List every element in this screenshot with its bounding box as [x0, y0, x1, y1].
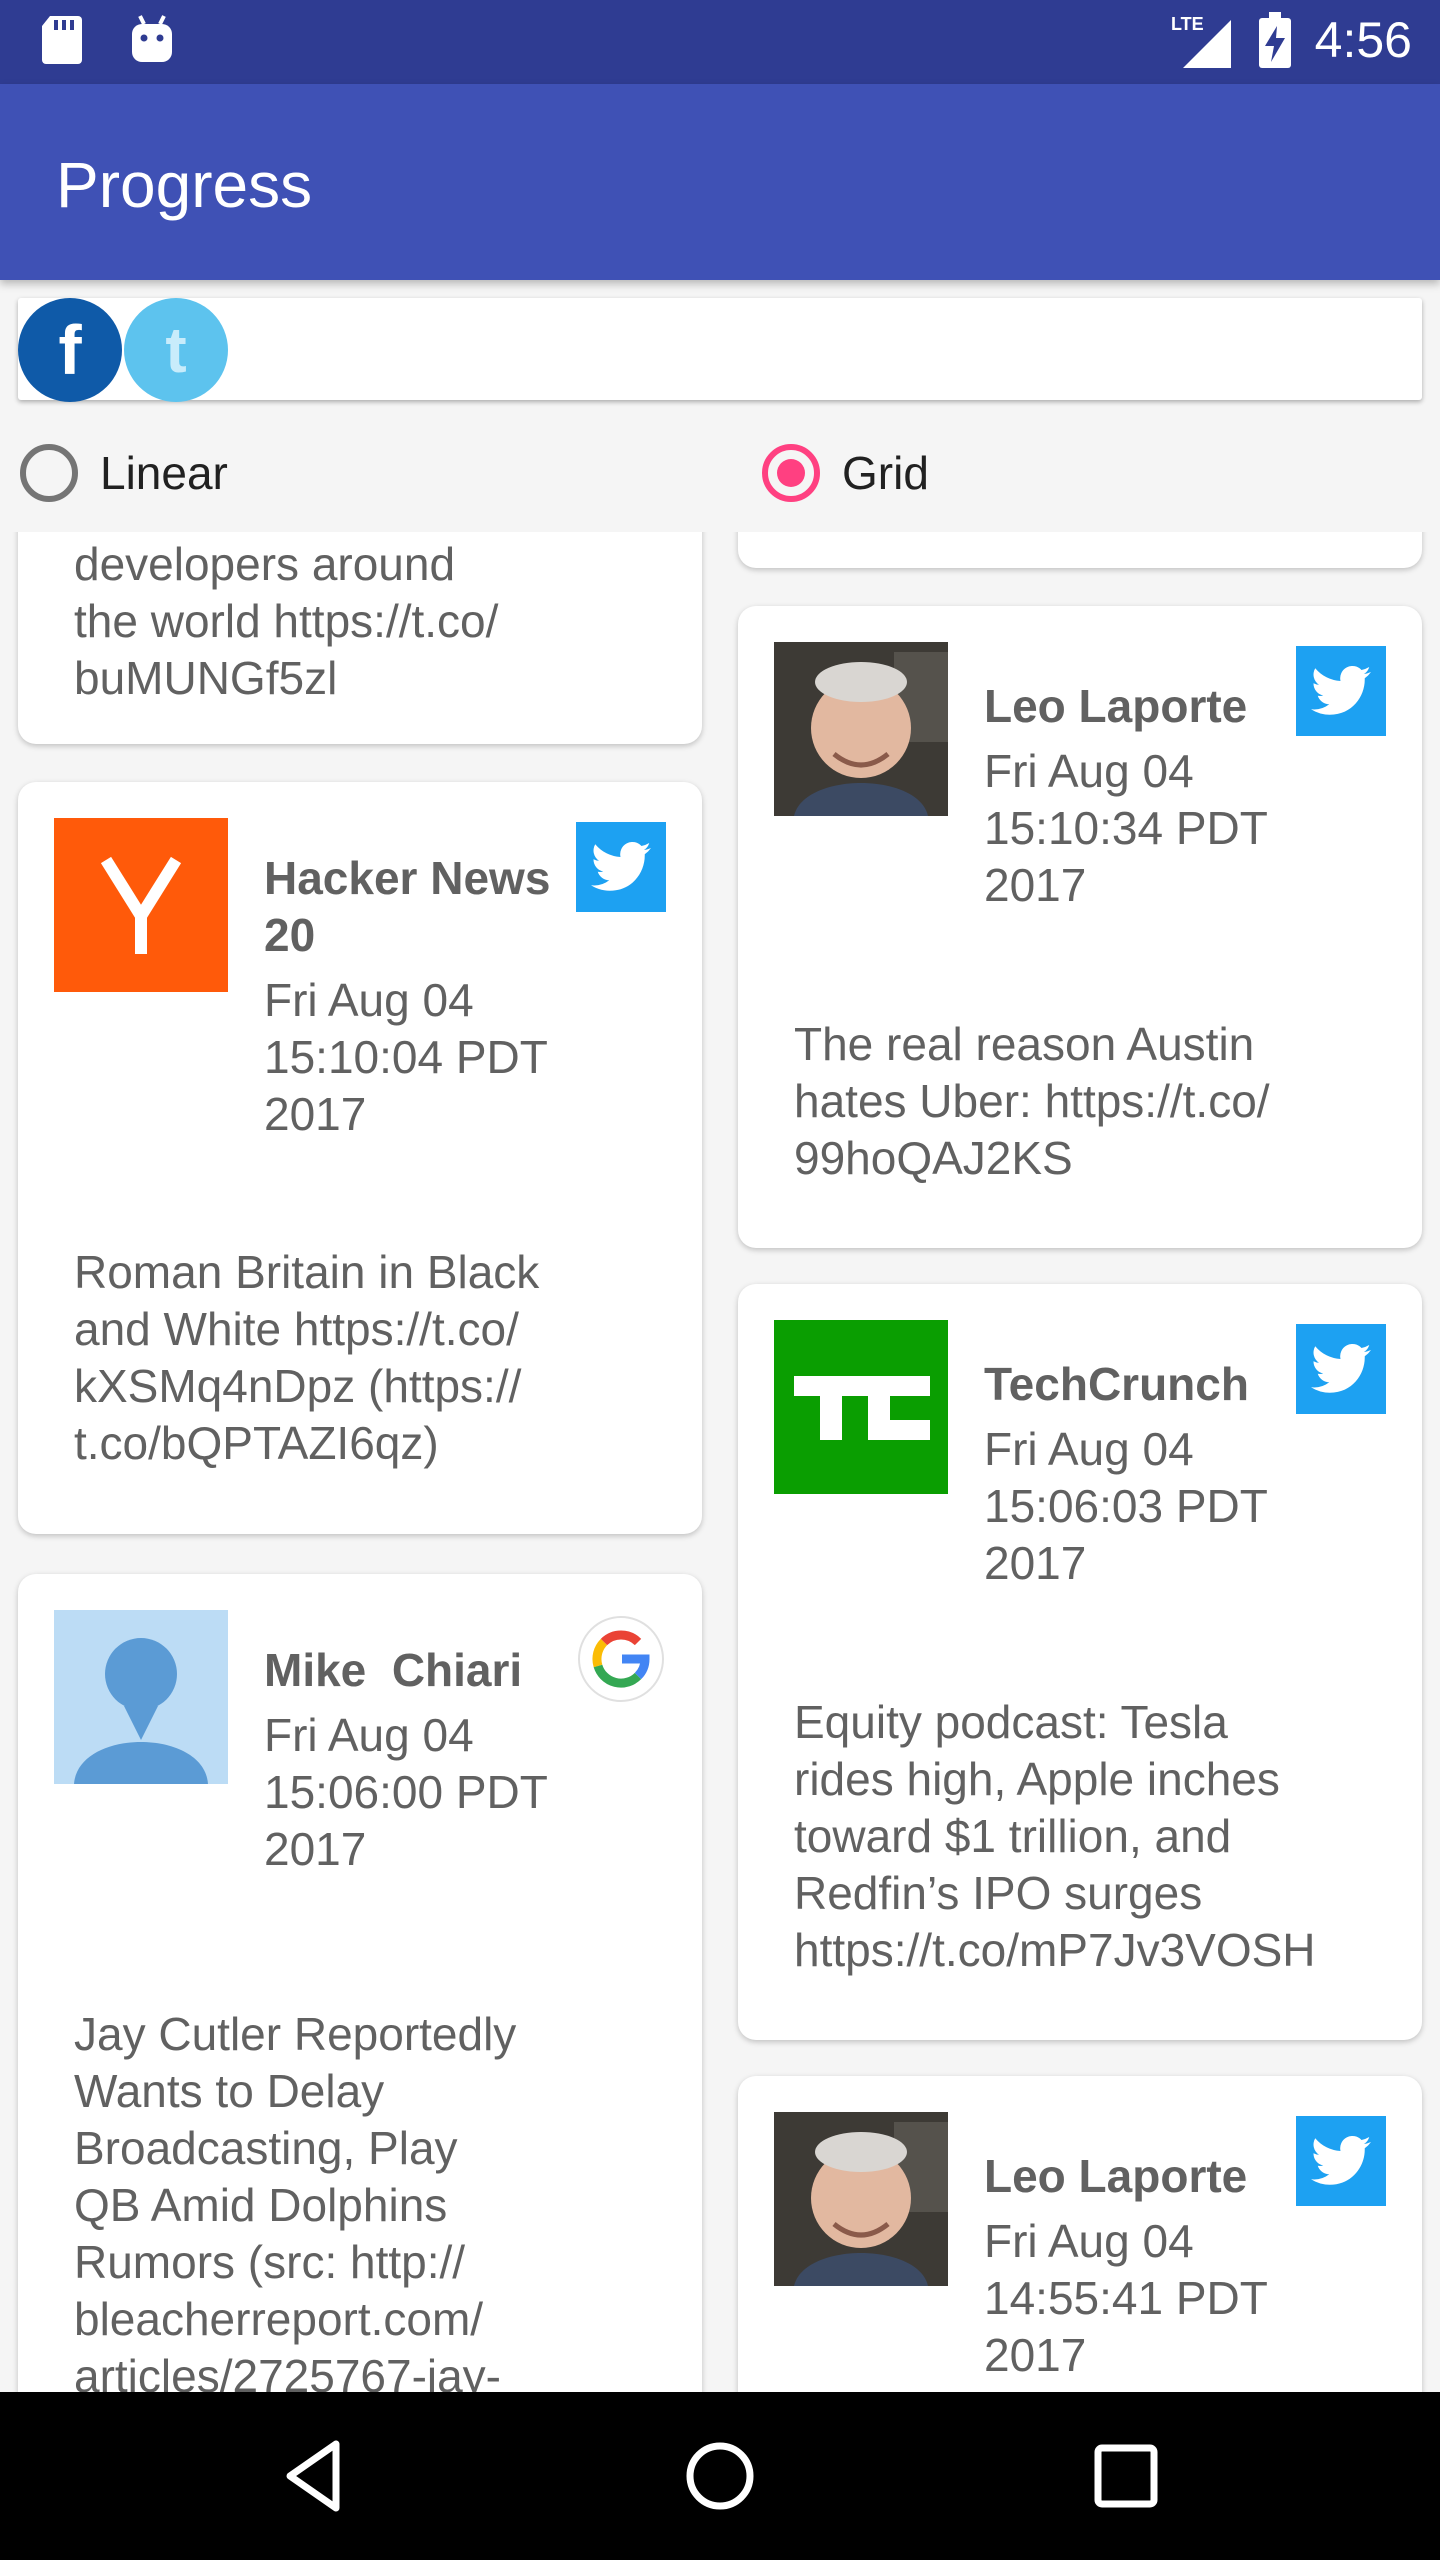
default-avatar-icon	[54, 1610, 228, 1784]
radio-linear[interactable]: Linear	[20, 444, 228, 502]
view-mode-selector: Linear Grid	[0, 420, 1440, 532]
avatar	[774, 642, 948, 816]
post-text: Equity podcast: Tesla rides high, Apple …	[794, 1696, 1316, 1976]
svg-text:LTE: LTE	[1171, 14, 1204, 34]
author-name: TechCrunch	[984, 1358, 1249, 1410]
hacker-news-logo-icon	[54, 818, 228, 992]
post-card[interactable]: TechCrunch Fri Aug 04 15:06:03 PDT 2017 …	[738, 1284, 1422, 2040]
post-time: Fri Aug 04 15:10:34 PDT 2017	[984, 745, 1268, 911]
twitter-icon[interactable]: t	[124, 298, 228, 402]
radio-linear-indicator[interactable]	[20, 444, 78, 502]
post-card[interactable]: Leo Laporte Fri Aug 04 14:55:41 PDT 2017	[738, 2076, 1422, 2392]
feed-grid[interactable]: developers around the world https://t.co…	[0, 532, 1440, 2392]
post-card[interactable]: developers around the world https://t.co…	[18, 532, 702, 744]
post-text: developers around the world https://t.co…	[74, 538, 499, 704]
back-icon[interactable]	[276, 2436, 356, 2516]
post-text: Roman Britain in Black and White https:/…	[74, 1246, 540, 1469]
author-name: Leo Laporte	[984, 680, 1248, 732]
system-nav-bar	[0, 2392, 1440, 2560]
avatar	[774, 1320, 948, 1494]
post-card[interactable]	[738, 532, 1422, 568]
home-icon[interactable]	[680, 2436, 760, 2516]
post-card[interactable]: Mike Chiari Fri Aug 04 15:06:00 PDT 2017…	[18, 1574, 702, 2392]
post-time: Fri Aug 04 14:55:41 PDT 2017	[984, 2215, 1268, 2381]
google-icon	[576, 1614, 666, 1704]
avatar	[54, 818, 228, 992]
recents-icon[interactable]	[1086, 2436, 1166, 2516]
post-card[interactable]: Hacker News 20 Fri Aug 04 15:10:04 PDT 2…	[18, 782, 702, 1534]
twitter-icon	[1296, 2116, 1386, 2206]
author-name: Leo Laporte	[984, 2150, 1248, 2202]
twitter-icon	[1296, 1324, 1386, 1414]
status-bar: LTE 4:56	[0, 0, 1440, 84]
twitter-icon	[1296, 646, 1386, 736]
post-text: The real reason Austin hates Uber: https…	[794, 1018, 1270, 1184]
android-icon	[132, 15, 172, 62]
radio-grid-label: Grid	[842, 447, 929, 499]
page-title: Progress	[56, 149, 313, 221]
app-bar: Progress	[0, 84, 1440, 280]
post-time: Fri Aug 04 15:06:00 PDT 2017	[264, 1709, 548, 1875]
techcrunch-logo-icon	[774, 1320, 948, 1494]
twitter-icon	[576, 822, 666, 912]
lte-signal-icon: LTE	[1171, 14, 1231, 68]
post-time: Fri Aug 04 15:06:03 PDT 2017	[984, 1423, 1268, 1589]
radio-linear-label: Linear	[100, 447, 228, 499]
profile-photo	[774, 642, 948, 816]
sd-card-icon	[42, 16, 82, 64]
profile-photo	[774, 2112, 948, 2286]
post-text: Jay Cutler Reportedly Wants to Delay Bro…	[74, 2008, 517, 2392]
facebook-icon[interactable]: f	[18, 298, 122, 402]
radio-grid[interactable]: Grid	[762, 444, 929, 502]
clock: 4:56	[1314, 12, 1412, 68]
radio-grid-indicator[interactable]	[762, 444, 820, 502]
post-card[interactable]: Leo Laporte Fri Aug 04 15:10:34 PDT 2017…	[738, 606, 1422, 1248]
battery-charging-icon	[1258, 12, 1291, 68]
avatar	[54, 1610, 228, 1784]
social-accounts-bar: f t	[18, 298, 1422, 402]
avatar	[774, 2112, 948, 2286]
author-name: Mike Chiari	[264, 1644, 523, 1696]
author-name: Hacker News 20	[264, 852, 551, 961]
post-time: Fri Aug 04 15:10:04 PDT 2017	[264, 974, 548, 1140]
